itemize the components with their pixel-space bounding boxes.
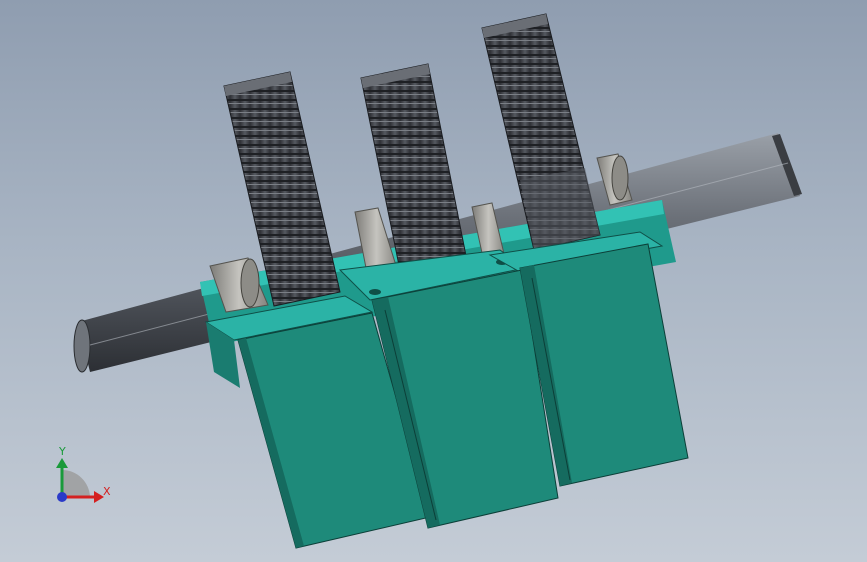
cad-viewport[interactable]: Y X [0, 0, 867, 562]
x-axis-label: X [103, 485, 111, 498]
z-axis-icon [57, 492, 67, 502]
y-axis-label: Y [58, 445, 66, 458]
triad-plane-icon [62, 470, 90, 497]
orientation-triad: Y X [56, 445, 111, 503]
